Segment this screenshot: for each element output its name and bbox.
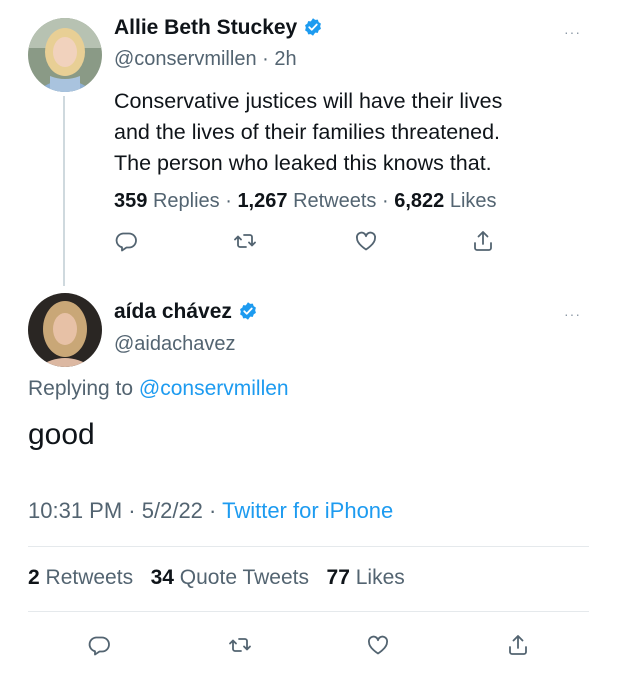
parent-text-line: Conservative justices will have their li… [114, 89, 503, 113]
reply-stats-row: 2 Retweets 34 Quote Tweets 77 Likes [28, 566, 405, 590]
reply-author-row: aída chávez [114, 300, 258, 324]
quotes-count: 34 [150, 566, 174, 589]
reply-tweet-text: good [28, 418, 95, 451]
replying-to-label: Replying to [28, 377, 134, 400]
like-icon[interactable] [363, 630, 393, 660]
retweets-label: Retweets [45, 566, 134, 589]
reply-icon[interactable] [111, 226, 141, 256]
parent-timestamp[interactable]: 2h [274, 48, 296, 70]
replies-count: 359 [114, 190, 148, 212]
like-icon[interactable] [351, 226, 381, 256]
thread-connector-line [63, 96, 65, 286]
retweet-icon[interactable] [225, 630, 255, 660]
parent-author-avatar[interactable] [28, 18, 102, 92]
reply-retweets-stat[interactable]: 2 Retweets [28, 566, 133, 589]
parent-text-line: and the lives of their families threaten… [114, 120, 501, 144]
likes-label: Likes [355, 566, 405, 589]
retweets-label: Retweets [293, 190, 377, 212]
reply-source-link[interactable]: Twitter for iPhone [222, 498, 393, 523]
replying-to-line: Replying to @conservmillen [28, 377, 289, 401]
meta-separator: · [128, 498, 136, 523]
divider [28, 611, 589, 612]
reply-icon[interactable] [84, 630, 114, 660]
reply-author-name[interactable]: aída chávez [114, 300, 232, 323]
verified-badge-icon [303, 17, 323, 37]
reply-date[interactable]: 5/2/22 [142, 498, 203, 523]
stats-separator: · [382, 190, 389, 212]
replying-to-handle-link[interactable]: @conservmillen [139, 377, 289, 400]
parent-handle-row: @conservmillen · 2h [114, 48, 297, 71]
share-icon[interactable] [503, 630, 533, 660]
verified-badge-icon [238, 301, 258, 321]
parent-author-name[interactable]: Allie Beth Stuckey [114, 16, 297, 39]
parent-text-line: The person who leaked this knows that. [114, 151, 492, 175]
reply-meta-row: 10:31 PM · 5/2/22 · Twitter for iPhone [28, 498, 393, 524]
parent-retweets-stat[interactable]: 1,267 Retweets [237, 190, 376, 212]
reply-quotes-stat[interactable]: 34 Quote Tweets [151, 566, 309, 589]
likes-label: Likes [449, 190, 497, 212]
reply-likes-stat[interactable]: 77 Likes [327, 566, 405, 589]
parent-replies-stat[interactable]: 359 Replies [114, 190, 220, 212]
parent-author-row: Allie Beth Stuckey [114, 16, 323, 40]
parent-handle[interactable]: @conservmillen [114, 48, 257, 70]
replies-label: Replies [152, 190, 220, 212]
meta-separator: · [209, 498, 217, 523]
reply-more-options-icon[interactable]: ··· [564, 306, 581, 322]
parent-likes-stat[interactable]: 6,822 Likes [394, 190, 496, 212]
stats-separator: · [225, 190, 232, 212]
retweets-count: 2 [28, 566, 40, 589]
retweets-count: 1,267 [237, 190, 288, 212]
parent-stats-row: 359 Replies · 1,267 Retweets · 6,822 Lik… [114, 190, 497, 213]
likes-count: 77 [326, 566, 350, 589]
reply-time[interactable]: 10:31 PM [28, 498, 122, 523]
quotes-label: Quote Tweets [179, 566, 309, 589]
likes-count: 6,822 [394, 190, 445, 212]
share-icon[interactable] [468, 226, 498, 256]
parent-time-separator: · [262, 48, 269, 70]
reply-author-avatar[interactable] [28, 293, 102, 367]
parent-more-options-icon[interactable]: ··· [564, 24, 581, 40]
parent-tweet-text: Conservative justices will have their li… [114, 86, 594, 179]
reply-handle[interactable]: @aidachavez [114, 333, 235, 356]
retweet-icon[interactable] [230, 226, 260, 256]
divider [28, 546, 589, 547]
